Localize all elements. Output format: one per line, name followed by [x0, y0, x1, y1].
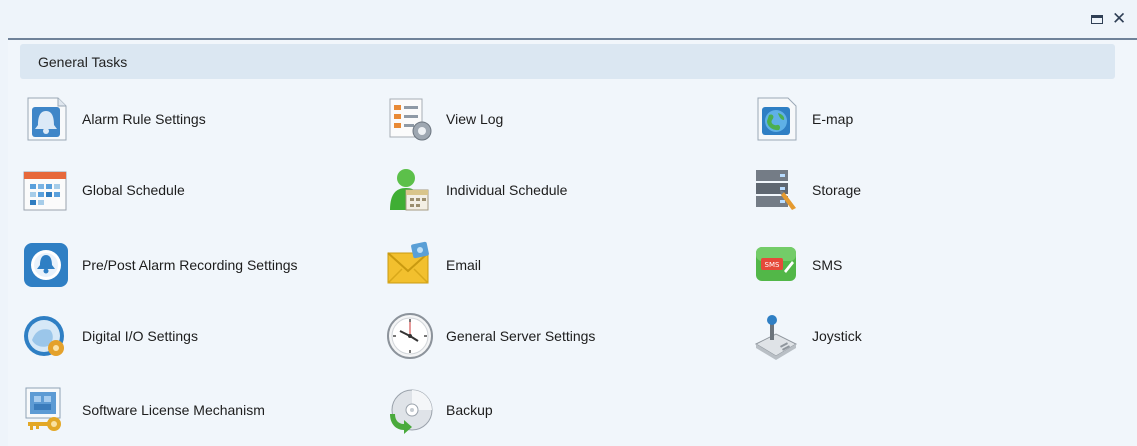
- task-label: SMS: [812, 257, 843, 273]
- task-label: Storage: [812, 182, 862, 198]
- clock-icon: [384, 312, 436, 360]
- backup-disc-icon: [384, 386, 436, 434]
- emap-icon: [750, 95, 802, 143]
- maximize-button[interactable]: [1090, 12, 1106, 28]
- task-e-map[interactable]: E-map: [750, 95, 853, 143]
- task-label: Backup: [446, 402, 493, 418]
- task-storage[interactable]: Storage: [750, 166, 861, 214]
- sms-icon: SMS: [750, 241, 802, 289]
- task-label: Individual Schedule: [446, 182, 568, 198]
- storage-icon: [750, 166, 802, 214]
- digital-io-icon: [20, 312, 72, 360]
- task-label: Pre/Post Alarm Recording Settings: [82, 257, 298, 273]
- task-joystick[interactable]: Joystick: [750, 312, 862, 360]
- section-header: General Tasks: [20, 44, 1115, 79]
- task-label: Joystick: [812, 328, 862, 344]
- task-label: Digital I/O Settings: [82, 328, 198, 344]
- task-alarm-rule-settings[interactable]: Alarm Rule Settings: [20, 95, 206, 143]
- general-tasks-panel: General Tasks Alarm Rule Settings View L…: [8, 40, 1137, 446]
- alarm-rule-icon: [20, 95, 72, 143]
- task-label: Email: [446, 257, 482, 273]
- close-icon: ✕: [1112, 9, 1127, 28]
- envelope-icon: [384, 241, 436, 289]
- task-label: View Log: [446, 111, 504, 127]
- license-key-icon: [20, 386, 72, 434]
- task-sms[interactable]: SMS SMS: [750, 241, 842, 289]
- calendar-icon: [20, 166, 72, 214]
- task-email[interactable]: Email: [384, 241, 481, 289]
- joystick-icon: [750, 312, 802, 360]
- view-log-icon: [384, 95, 436, 143]
- window-title-bar: [0, 0, 1137, 38]
- task-individual-schedule[interactable]: Individual Schedule: [384, 166, 567, 214]
- section-title: General Tasks: [38, 54, 128, 70]
- task-global-schedule[interactable]: Global Schedule: [20, 166, 185, 214]
- task-digital-io-settings[interactable]: Digital I/O Settings: [20, 312, 198, 360]
- task-software-license-mechanism[interactable]: Software License Mechanism: [20, 386, 265, 434]
- task-general-server-settings[interactable]: General Server Settings: [384, 312, 595, 360]
- task-label: Software License Mechanism: [82, 402, 265, 418]
- alarm-clock-icon: [20, 241, 72, 289]
- maximize-icon: [1091, 15, 1103, 24]
- task-label: Alarm Rule Settings: [82, 111, 206, 127]
- user-calendar-icon: [384, 166, 436, 214]
- task-backup[interactable]: Backup: [384, 386, 493, 434]
- task-view-log[interactable]: View Log: [384, 95, 503, 143]
- task-label: General Server Settings: [446, 328, 596, 344]
- task-label: Global Schedule: [82, 182, 185, 198]
- task-pre-post-alarm-recording[interactable]: Pre/Post Alarm Recording Settings: [20, 241, 298, 289]
- svg-text:SMS: SMS: [765, 261, 780, 269]
- task-label: E-map: [812, 111, 854, 127]
- close-button[interactable]: ✕: [1112, 9, 1128, 28]
